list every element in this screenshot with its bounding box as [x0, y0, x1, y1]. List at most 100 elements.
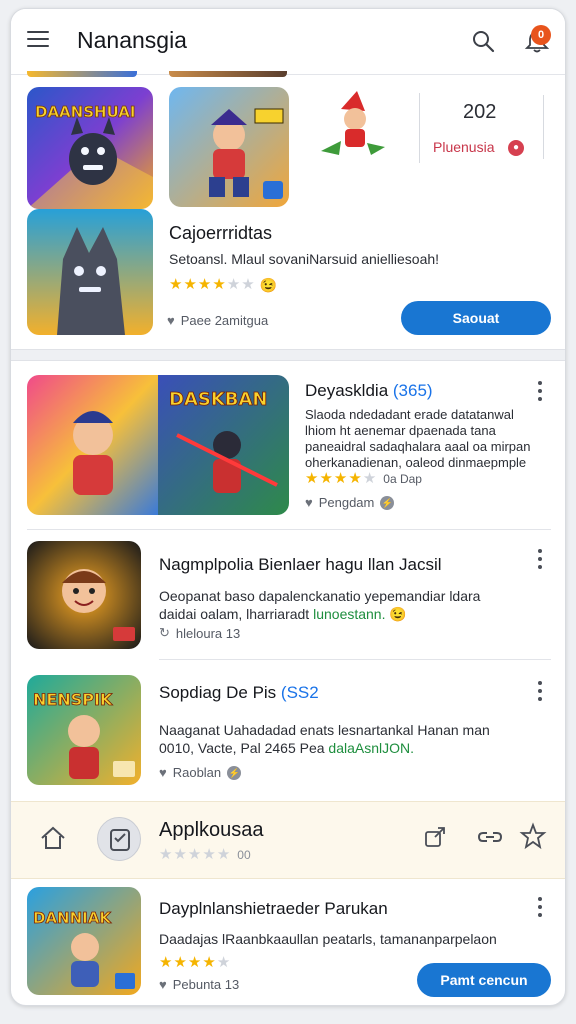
item2-desc-line: Oeopanat baso dapalenckanatio yepemandia…	[159, 588, 481, 604]
item3-desc-text: 0010, Vacte, Pal 2465 Pea	[159, 740, 329, 756]
app-name-label: Applkousaa	[159, 819, 264, 841]
featured-title[interactable]: Cajoerrridtas	[169, 223, 272, 244]
item1-meta-text: Pengdam	[318, 495, 375, 510]
item3-more-icon[interactable]	[537, 681, 543, 701]
menu-icon[interactable]	[27, 31, 49, 49]
item1-extra: 0a Dap	[383, 472, 422, 486]
item1-meta: ♥ Pengdam ⚡	[305, 495, 395, 510]
star-icon: ★	[216, 846, 231, 863]
featured-action-button[interactable]: Saouat	[401, 301, 551, 335]
item1-more-icon[interactable]	[537, 381, 543, 401]
featured-meta-text: Paee 2amitgua	[180, 313, 269, 328]
item2-desc-link[interactable]: lunoestann.	[313, 606, 385, 622]
last-item-meta: ♥ Pebunta 13	[159, 977, 239, 992]
previous-card-edge	[169, 71, 287, 77]
link-icon[interactable]	[477, 827, 503, 847]
last-item-description: Daadajas lRaanbkaaullan peatarls, tamana…	[159, 931, 497, 947]
star-icon: ★	[169, 276, 183, 293]
item1-desc-line: Slaoda ndedadant erade datatanwal	[305, 407, 514, 422]
row-divider	[27, 529, 551, 530]
star-icon: ★	[173, 954, 187, 971]
item3-title-text: Sopdiag De Pis	[159, 683, 277, 702]
item3-art[interactable]: NENSPIK	[27, 675, 141, 785]
svg-text:DANNIAK: DANNIAK	[33, 909, 112, 927]
share-icon[interactable]	[423, 825, 447, 849]
heart-icon: ♥	[159, 977, 167, 992]
item1-title-accent: (365)	[392, 381, 433, 400]
item1-title[interactable]: Deyaskldia (365)	[305, 381, 433, 401]
star-icon: ★	[212, 276, 226, 293]
refresh-icon: ↻	[159, 625, 170, 640]
app-rating: ★ ★ ★ ★ ★ 00	[159, 847, 251, 863]
item3-meta: ♥ Raoblan ⚡	[159, 765, 242, 780]
item2-title[interactable]: Nagmplpolia Bienlaer hagu llan Jacsil	[159, 555, 442, 575]
last-item-more-icon[interactable]	[537, 897, 543, 917]
item2-art[interactable]	[27, 541, 141, 649]
notification-badge: 0	[531, 25, 551, 45]
item1-art[interactable]: DASKBAN	[27, 375, 289, 515]
previous-card-edge	[27, 71, 137, 77]
item2-meta-text: hleloura 13	[175, 625, 241, 641]
item1-description: Slaoda ndedadant erade datatanwal lhiom …	[305, 407, 555, 471]
heart-icon: ♥	[167, 313, 175, 328]
featured-art-1[interactable]: DAANSHUAI	[27, 87, 153, 209]
app-title: Nanansgia	[77, 27, 187, 53]
search-icon[interactable]	[471, 29, 495, 53]
item2-description: Oeopanat baso dapalenckanatio yepemandia…	[159, 587, 539, 623]
svg-text:NENSPIK: NENSPIK	[33, 690, 113, 709]
last-item-title[interactable]: Dayplnlanshietraeder Parukan	[159, 899, 388, 919]
featured-art-2[interactable]	[169, 87, 289, 207]
divider	[543, 95, 544, 159]
heart-icon: ♥	[159, 765, 167, 780]
star-icon: ★	[159, 846, 173, 863]
item3-desc-line: Naaganat Uahadadad enats lesnartankal Ha…	[159, 722, 490, 738]
star-icon: ★	[183, 276, 197, 293]
item1-title-text: Deyaskldia	[305, 381, 389, 400]
svg-text:DASKBAN: DASKBAN	[169, 389, 268, 410]
home-icon[interactable]	[39, 825, 67, 851]
star-icon: ★	[226, 276, 241, 293]
mini-publisher: Pluenusia	[433, 139, 495, 155]
item1-rating: ★ ★ ★ ★ ★ 0a Dap	[305, 471, 422, 487]
item3-description: Naaganat Uahadadad enats lesnartankal Ha…	[159, 721, 539, 757]
bolt-icon: ⚡	[380, 495, 395, 510]
featured-art-3[interactable]	[27, 209, 153, 335]
last-item-art[interactable]: DANNIAK	[27, 887, 141, 995]
divider	[419, 93, 420, 163]
featured-description: Setoansl. Mlaul sovaniNarsuid aniellieso…	[169, 251, 440, 267]
mini-character-art	[311, 91, 391, 161]
checklist-icon	[110, 829, 130, 851]
item2-desc-line: daidai oalam, lharriaradt lunoestann. 😉	[159, 605, 539, 623]
item1-desc-line: lhiom ht aenemar dpaenada tana	[305, 423, 496, 438]
row-divider	[159, 659, 551, 660]
item3-desc-line: 0010, Vacte, Pal 2465 Pea dalaAsnlJON.	[159, 739, 539, 757]
item2-more-icon[interactable]	[537, 549, 543, 569]
item3-title[interactable]: Sopdiag De Pis (SS2	[159, 683, 319, 703]
star-icon: ★	[333, 470, 348, 487]
star-icon: ★	[202, 954, 216, 971]
app-icon-button[interactable]	[97, 817, 141, 861]
star-icon: ★	[362, 470, 377, 487]
last-item-action-button[interactable]: Pamt cencun	[417, 963, 551, 997]
last-item-meta-text: Pebunta 13	[172, 977, 240, 992]
svg-text:DAANSHUAI: DAANSHUAI	[35, 103, 136, 121]
item1-desc-line: oherkanadienan, oaleod dinmaepmple	[305, 455, 527, 470]
item3-desc-link[interactable]: dalaAsnlJON.	[328, 740, 414, 756]
star-icon: ★	[241, 276, 255, 293]
star-icon: ★	[187, 846, 202, 863]
featured-rating: ★ ★ ★ ★ ★ ★ 😉	[169, 276, 278, 294]
star-icon: ★	[159, 954, 173, 971]
item2-meta: ↻ hleloura 13	[159, 625, 240, 641]
rating-emoji: 😉	[259, 277, 278, 293]
star-icon: ★	[187, 954, 202, 971]
section-divider	[11, 349, 565, 361]
star-icon: ★	[348, 470, 362, 487]
star-icon: ★	[305, 470, 319, 487]
star-icon: ★	[197, 276, 212, 293]
favorite-star-icon[interactable]	[519, 822, 547, 850]
top-app-bar: Nanansgia 0	[11, 9, 565, 75]
item2-desc-text: daidai oalam, lharriaradt	[159, 606, 314, 622]
star-icon: ★	[216, 954, 231, 971]
heart-icon: ♥	[305, 495, 313, 510]
last-item-rating: ★ ★ ★ ★ ★	[159, 955, 230, 971]
